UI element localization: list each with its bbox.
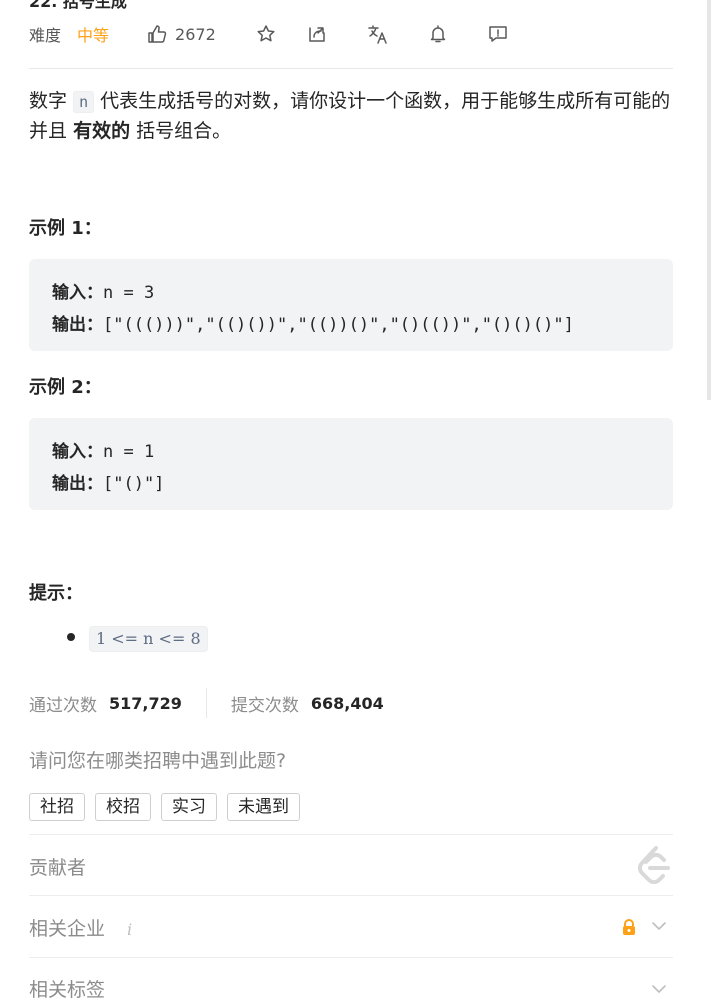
share-icon <box>309 27 325 42</box>
example-2-input: 输入：n = 1 <box>52 437 154 462</box>
hint-constraint: 1 <= n <= 8 <box>89 626 208 652</box>
favorite-button[interactable] <box>256 24 276 44</box>
desc-text-pre: 数字 <box>29 90 68 112</box>
scrollbar[interactable] <box>707 0 711 400</box>
option-internship[interactable]: 实习 <box>161 793 217 821</box>
problem-title: 22. 括号生成 <box>29 0 127 11</box>
example-1-input-label: 输入： <box>52 283 103 303</box>
submitted-value: 668,404 <box>310 693 384 713</box>
lock-icon <box>623 919 635 935</box>
translate-icon <box>368 25 387 44</box>
option-not-encountered[interactable]: 未遇到 <box>227 793 300 821</box>
example-1-heading: 示例 1： <box>29 218 102 239</box>
desc-text-post: 括号组合。 <box>136 120 232 142</box>
example-1-input: 输入：n = 3 <box>52 278 154 303</box>
difficulty-value: 中等 <box>77 26 110 45</box>
feedback-icon <box>489 26 507 42</box>
hints-heading: 提示： <box>29 583 83 604</box>
problem-description: 数字 n 代表生成括号的对数，请你设计一个函数，用于能够生成所有可能的并且 有效… <box>29 87 679 146</box>
example-1-output: 输出：["((()))","(()())","(())()","()(())",… <box>52 310 574 335</box>
example-1-output-value: ["((()))","(()())","(())()","()(())","()… <box>103 315 574 335</box>
example-2-input-label: 输入： <box>52 442 103 462</box>
difficulty-label: 难度 <box>29 26 62 45</box>
section-divider <box>29 957 673 958</box>
like-count: 2672 <box>175 24 216 44</box>
example-2-block: 输入：n = 1 输出：["()"] <box>29 418 673 510</box>
option-social-hire[interactable]: 社招 <box>29 793 85 821</box>
share-button[interactable] <box>307 24 327 44</box>
example-2-output: 输出：["()"] <box>52 469 164 494</box>
stats-divider <box>205 688 207 718</box>
thumbs-up-icon <box>148 25 167 43</box>
bell-icon <box>430 25 445 43</box>
subscribe-button[interactable] <box>428 24 448 44</box>
example-1-input-value: n = 3 <box>103 283 155 303</box>
accepted-value: 517,729 <box>109 693 182 713</box>
tags-section[interactable]: 相关标签 <box>29 975 105 1002</box>
example-1-output-label: 输出： <box>52 315 103 335</box>
option-campus-hire[interactable]: 校招 <box>95 793 151 821</box>
problem-meta-bar: 难度 中等 2672 <box>29 18 673 50</box>
interview-question: 请问您在哪类招聘中遇到此题? <box>29 750 287 772</box>
contributors-section[interactable]: 贡献者 <box>29 853 86 880</box>
example-2-output-label: 输出： <box>52 474 103 494</box>
companies-section[interactable]: 相关企业 i <box>29 914 132 941</box>
submission-stats: 通过次数 517,729 提交次数 668,404 <box>29 688 384 718</box>
interview-options: 社招 校招 实习 未遇到 <box>29 793 300 821</box>
section-divider <box>29 895 673 896</box>
header-divider <box>29 68 673 69</box>
translate-button[interactable] <box>367 23 389 45</box>
companies-label: 相关企业 <box>29 918 106 940</box>
example-2-input-value: n = 1 <box>103 442 155 462</box>
accepted-label: 通过次数 <box>29 695 97 716</box>
like-button[interactable]: 2672 <box>147 24 216 44</box>
star-icon <box>257 25 275 42</box>
example-1-block: 输入：n = 3 输出：["((()))","(()())","(())()",… <box>29 259 673 351</box>
chevron-down-icon[interactable] <box>650 919 668 933</box>
section-divider <box>29 834 673 835</box>
info-icon: i <box>127 920 133 939</box>
desc-text-bold: 有效的 <box>73 120 131 142</box>
hint-bullet <box>67 633 75 641</box>
example-2-output-value: ["()"] <box>103 474 165 494</box>
submitted-label: 提交次数 <box>230 695 299 716</box>
example-2-heading: 示例 2： <box>29 377 102 398</box>
desc-var-n: n <box>73 91 95 113</box>
chevron-down-icon[interactable] <box>650 982 668 996</box>
leetcode-logo-icon <box>637 846 670 885</box>
feedback-button[interactable] <box>488 24 508 44</box>
